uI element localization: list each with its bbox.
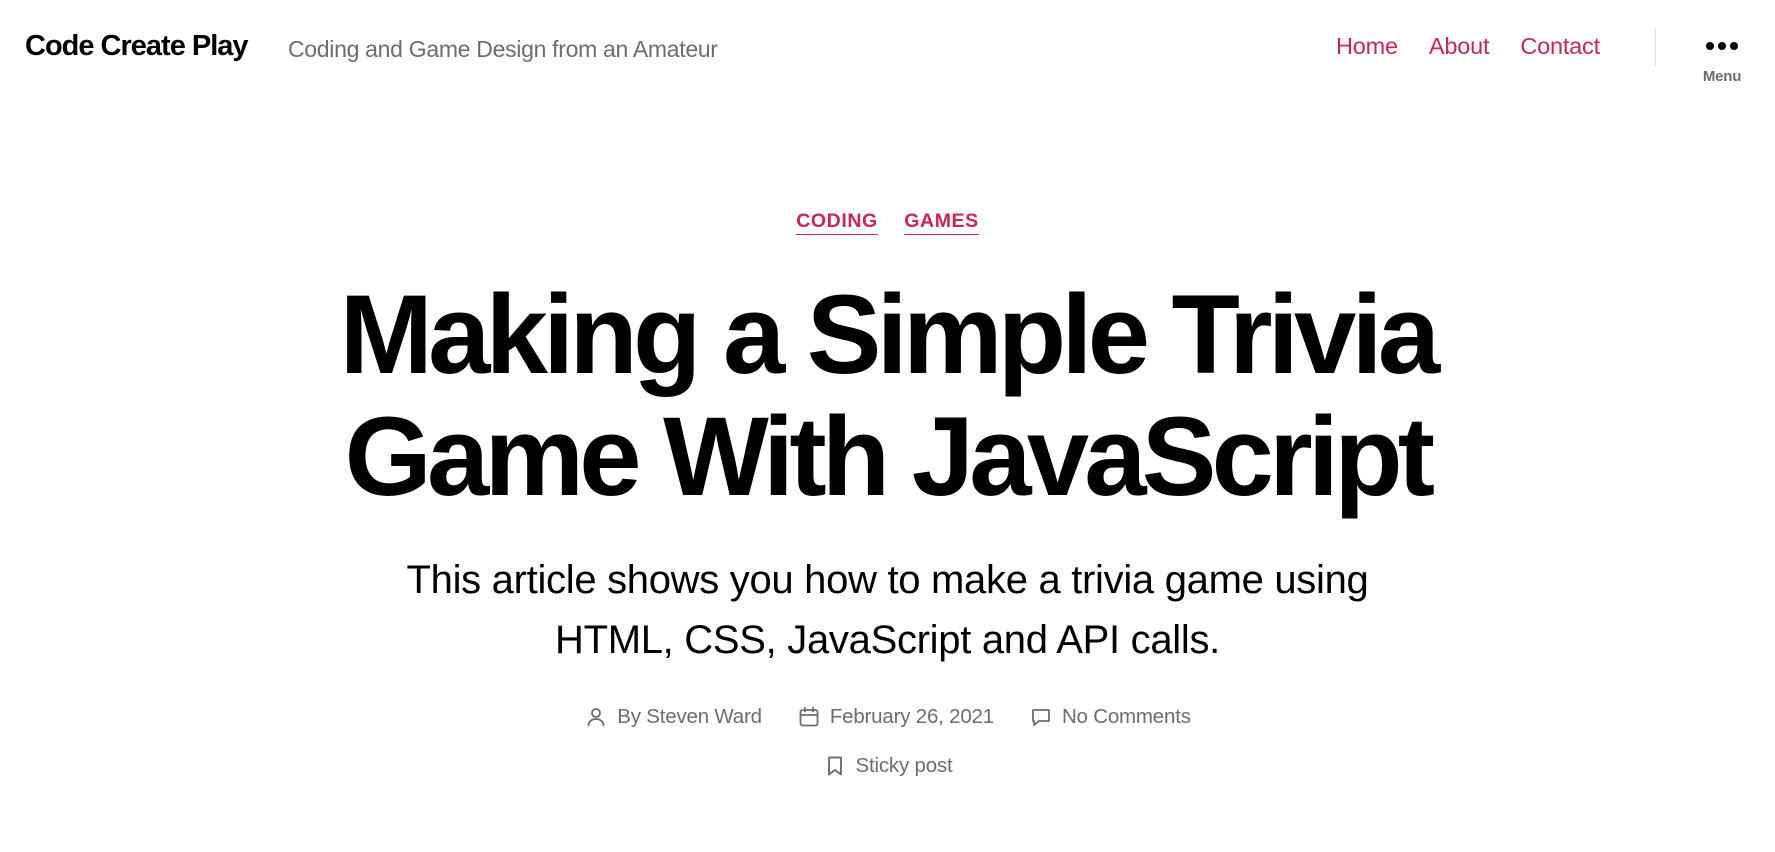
bookmark-icon xyxy=(823,754,847,778)
site-tagline: Coding and Game Design from an Amateur xyxy=(288,36,718,62)
post-comments-link[interactable]: No Comments xyxy=(1062,705,1191,729)
menu-toggle-button[interactable]: Menu xyxy=(1694,32,1750,92)
menu-label: Menu xyxy=(1702,68,1742,85)
comment-icon xyxy=(1029,705,1053,729)
entry-title-line-2: Game With JavaScript xyxy=(344,394,1435,519)
page: Code Create Play Coding and Game Design … xyxy=(0,0,1775,852)
nav-divider xyxy=(1655,28,1656,66)
post-date-link[interactable]: February 26, 2021 xyxy=(830,705,994,729)
post-meta-sticky-row: Sticky post xyxy=(0,754,1775,778)
site-title-link[interactable]: Code Create Play xyxy=(25,30,249,63)
post-meta: By Steven Ward February 26, 2021 No Comm… xyxy=(0,705,1775,729)
intro-text-line-1: This article shows you how to make a tri… xyxy=(406,558,1369,602)
intro-text: This article shows you how to make a tri… xyxy=(0,550,1775,670)
post-author: By Steven Ward xyxy=(584,705,762,729)
primary-nav: Home About Contact xyxy=(1336,33,1631,60)
intro-text-line-2: HTML, CSS, JavaScript and API calls. xyxy=(554,618,1220,662)
nav-link-about[interactable]: About xyxy=(1429,33,1490,60)
post-date: February 26, 2021 xyxy=(797,705,994,729)
user-icon xyxy=(584,705,608,729)
ellipsis-icon xyxy=(1694,42,1750,50)
entry-title: Making a Simple Trivia Game With JavaScr… xyxy=(0,274,1775,518)
nav-link-contact[interactable]: Contact xyxy=(1520,33,1600,60)
nav-link-home[interactable]: Home xyxy=(1336,33,1398,60)
calendar-icon xyxy=(797,705,821,729)
category-link-games[interactable]: GAMES xyxy=(904,210,979,235)
category-link-coding[interactable]: CODING xyxy=(796,210,878,235)
sticky-post: Sticky post xyxy=(823,754,953,778)
sticky-post-label: Sticky post xyxy=(855,754,953,777)
entry-title-line-1: Making a Simple Trivia xyxy=(339,272,1441,397)
entry-categories: CODING GAMES xyxy=(0,210,1775,235)
post-comments: No Comments xyxy=(1029,705,1191,729)
post-author-link[interactable]: By Steven Ward xyxy=(617,705,762,729)
